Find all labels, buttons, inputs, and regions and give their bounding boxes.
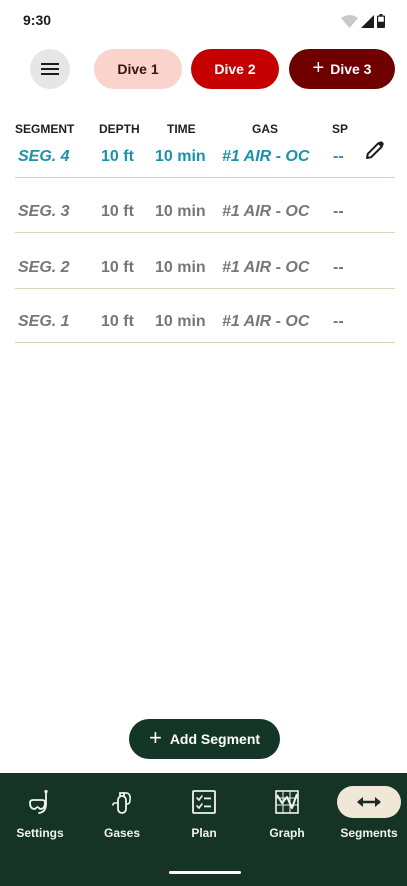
segment-name: SEG. 3 [18, 203, 70, 220]
home-indicator[interactable] [169, 871, 241, 874]
horizontal-arrows-icon [357, 797, 381, 807]
dive-tab-label: Dive 2 [214, 61, 256, 77]
status-icons [341, 14, 385, 28]
nav-label: Settings [16, 826, 64, 840]
segment-sp: -- [333, 313, 344, 330]
segment-gas: #1 AIR - OC [222, 148, 310, 165]
plus-icon: + [312, 57, 325, 79]
segment-sp: -- [333, 259, 344, 276]
dive-tab-label: Dive 3 [330, 61, 372, 77]
segment-depth: 10 ft [101, 259, 134, 276]
nav-icon-container [255, 786, 319, 818]
segment-row-4[interactable]: SEG. 4 10 ft 10 min #1 AIR - OC -- [15, 123, 395, 178]
battery-icon [377, 14, 385, 28]
dive-tab-label: Dive 1 [117, 61, 159, 77]
segment-row-3[interactable]: SEG. 3 10 ft 10 min #1 AIR - OC -- [15, 178, 395, 233]
status-time: 9:30 [23, 12, 52, 28]
segment-row-2[interactable]: SEG. 2 10 ft 10 min #1 AIR - OC -- [15, 234, 395, 289]
nav-label: Graph [269, 826, 305, 840]
nav-icon-container [337, 786, 401, 818]
hamburger-icon [41, 63, 59, 75]
nav-icon-container [172, 786, 236, 818]
nav-item-gases[interactable]: Gases [90, 773, 154, 848]
segment-name: SEG. 4 [18, 148, 70, 165]
nav-item-graph[interactable]: Graph [255, 773, 319, 848]
nav-icon-container [8, 786, 72, 818]
nav-item-settings[interactable]: Settings [8, 773, 72, 848]
bottom-navigation: Settings Gases Plan Graph Segments [0, 773, 407, 886]
plus-icon: + [148, 725, 162, 750]
segment-row-1[interactable]: SEG. 1 10 ft 10 min #1 AIR - OC -- [15, 288, 395, 343]
segment-time: 10 min [155, 313, 206, 330]
segment-depth: 10 ft [101, 148, 134, 165]
nav-label: Segments [340, 826, 398, 840]
add-segment-button[interactable]: + Add Segment [129, 719, 280, 759]
segment-time: 10 min [155, 259, 206, 276]
nav-label: Plan [191, 826, 217, 840]
add-segment-label: Add Segment [169, 731, 261, 747]
dive-tab-1[interactable]: Dive 1 [94, 49, 182, 89]
dive-tab-3[interactable]: + Dive 3 [289, 49, 395, 89]
graph-icon [275, 790, 299, 814]
cell-signal-icon [361, 15, 374, 28]
nav-item-segments[interactable]: Segments [337, 773, 401, 848]
dive-tab-2[interactable]: Dive 2 [191, 49, 279, 89]
segment-name: SEG. 1 [18, 313, 70, 330]
wifi-icon [341, 15, 358, 28]
segment-gas: #1 AIR - OC [222, 259, 310, 276]
segment-sp: -- [333, 203, 344, 220]
gas-tank-icon [112, 792, 131, 814]
segment-depth: 10 ft [101, 313, 134, 330]
segment-gas: #1 AIR - OC [222, 203, 310, 220]
segment-gas: #1 AIR - OC [222, 313, 310, 330]
pencil-icon[interactable] [365, 140, 385, 160]
checklist-icon [192, 790, 216, 814]
snorkel-mask-icon [29, 790, 48, 814]
segment-name: SEG. 2 [18, 259, 70, 276]
nav-label: Gases [103, 826, 141, 840]
segment-time: 10 min [155, 203, 206, 220]
status-bar: 9:30 [0, 0, 407, 42]
nav-item-plan[interactable]: Plan [172, 773, 236, 848]
segment-time: 10 min [155, 148, 206, 165]
menu-button[interactable] [30, 49, 70, 89]
segment-sp: -- [333, 148, 344, 165]
nav-icon-container [90, 786, 154, 818]
segment-depth: 10 ft [101, 203, 134, 220]
